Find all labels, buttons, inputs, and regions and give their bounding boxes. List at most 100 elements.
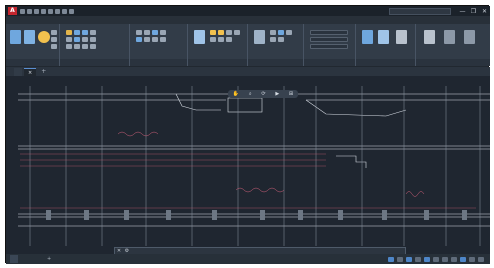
zoom-icon[interactable]: ⌕ bbox=[249, 91, 252, 97]
polyline-icon[interactable] bbox=[24, 30, 35, 44]
lineweight-dropdown[interactable] bbox=[310, 37, 348, 42]
ribbon-panel-label bbox=[188, 59, 247, 66]
view-icon[interactable] bbox=[444, 30, 455, 44]
measure-icon[interactable] bbox=[378, 30, 389, 44]
layer-previous-icon[interactable] bbox=[226, 37, 232, 42]
snap-icon[interactable] bbox=[397, 256, 403, 262]
layer-on-icon[interactable] bbox=[210, 30, 216, 35]
array-icon[interactable] bbox=[82, 44, 88, 49]
transparency-icon[interactable] bbox=[451, 256, 457, 262]
fillet-icon[interactable] bbox=[82, 37, 88, 42]
view-base-icon[interactable] bbox=[424, 30, 435, 44]
text-icon[interactable] bbox=[136, 30, 142, 35]
attribute-icon[interactable] bbox=[286, 30, 292, 35]
share-icon[interactable] bbox=[69, 8, 74, 14]
ref-clip-icon[interactable] bbox=[278, 37, 284, 42]
dimension-icon[interactable] bbox=[144, 30, 150, 35]
pile-cap bbox=[166, 210, 171, 220]
ribbon-tab-bar bbox=[6, 16, 490, 24]
color-dropdown[interactable] bbox=[310, 30, 348, 35]
start-tab[interactable] bbox=[14, 68, 22, 76]
create-block-icon[interactable] bbox=[270, 30, 276, 35]
pan-icon[interactable]: ✋ bbox=[233, 91, 239, 97]
new-file-icon[interactable] bbox=[20, 8, 25, 14]
erase-icon[interactable] bbox=[90, 30, 96, 35]
ribbon-panel-view bbox=[416, 24, 490, 66]
app-logo[interactable]: A bbox=[8, 7, 17, 15]
new-tab-button[interactable]: + bbox=[38, 68, 49, 76]
insert-block-icon[interactable] bbox=[254, 30, 265, 44]
layer-match-icon[interactable] bbox=[210, 37, 216, 42]
table-icon[interactable] bbox=[160, 30, 166, 35]
orbit-icon[interactable]: ⟳ bbox=[261, 91, 265, 97]
rectangle-icon[interactable] bbox=[51, 37, 57, 42]
close-button[interactable]: ✕ bbox=[479, 8, 490, 15]
add-layout-button[interactable]: + bbox=[43, 255, 55, 263]
layer-isolate-icon[interactable] bbox=[218, 37, 224, 42]
redo-icon[interactable] bbox=[62, 8, 67, 14]
edit-block-icon[interactable] bbox=[278, 30, 284, 35]
scale-icon[interactable] bbox=[74, 44, 80, 49]
save-as-icon[interactable] bbox=[41, 8, 46, 14]
polar-icon[interactable] bbox=[415, 256, 421, 262]
open-file-icon[interactable] bbox=[27, 8, 32, 14]
leader-icon[interactable] bbox=[152, 30, 158, 35]
osnap-icon[interactable] bbox=[424, 256, 430, 262]
layer-properties-icon[interactable] bbox=[194, 30, 205, 44]
line-icon[interactable] bbox=[10, 30, 21, 44]
group-icon[interactable] bbox=[362, 30, 373, 44]
drawing-tab[interactable]: × bbox=[24, 68, 37, 76]
layer-freeze-icon[interactable] bbox=[218, 30, 224, 35]
rotate-icon[interactable] bbox=[74, 30, 80, 35]
plot-icon[interactable] bbox=[48, 8, 53, 14]
ribbon-panel-label bbox=[60, 59, 129, 66]
minimize-button[interactable]: — bbox=[457, 8, 468, 15]
workspace-icon[interactable] bbox=[469, 256, 475, 262]
linetype-dropdown[interactable] bbox=[310, 44, 348, 49]
aligned-dim-icon[interactable] bbox=[144, 37, 150, 42]
mirror-icon[interactable] bbox=[74, 37, 80, 42]
move-icon[interactable] bbox=[66, 30, 72, 35]
layout-tab-1[interactable] bbox=[21, 255, 29, 263]
customize-icon[interactable] bbox=[478, 256, 484, 262]
offset-icon[interactable] bbox=[90, 44, 96, 49]
ribbon-panel-label bbox=[416, 59, 490, 66]
ortho-icon[interactable] bbox=[406, 256, 412, 262]
touch-mode-icon[interactable] bbox=[464, 30, 475, 44]
copy-icon[interactable] bbox=[66, 37, 72, 42]
pile-cap bbox=[84, 210, 89, 220]
ribbon bbox=[6, 24, 490, 66]
radius-dim-icon[interactable] bbox=[160, 37, 166, 42]
otrack-icon[interactable] bbox=[433, 256, 439, 262]
save-icon[interactable] bbox=[34, 8, 39, 14]
grid-icon[interactable] bbox=[388, 256, 394, 262]
layer-color-icon[interactable] bbox=[234, 30, 240, 35]
showmotion-icon[interactable]: ▶ bbox=[275, 91, 279, 97]
layout-tab-model[interactable] bbox=[10, 255, 18, 263]
undo-icon[interactable] bbox=[55, 8, 60, 14]
arc-icon[interactable] bbox=[51, 30, 57, 35]
layout-tab-2[interactable] bbox=[32, 255, 40, 263]
pile-cap bbox=[260, 210, 265, 220]
view-icon[interactable]: ⊞ bbox=[289, 91, 293, 97]
search-input[interactable] bbox=[389, 7, 451, 15]
ref-attach-icon[interactable] bbox=[270, 37, 276, 42]
ribbon-panel-label bbox=[6, 59, 59, 66]
paste-icon[interactable] bbox=[396, 30, 407, 44]
roof-profile-right bbox=[305, 99, 407, 117]
document-tab-bar: × + bbox=[6, 67, 490, 76]
hatch-icon[interactable] bbox=[51, 44, 57, 49]
linear-dim-icon[interactable] bbox=[136, 37, 142, 42]
restore-button[interactable]: ❐ bbox=[468, 8, 479, 15]
annotation-scale-icon[interactable] bbox=[460, 256, 466, 262]
circle-icon[interactable] bbox=[38, 31, 50, 43]
navigation-toolbar: ✋ ⌕ ⟳ ▶ ⊞ bbox=[228, 90, 298, 98]
drawing-canvas[interactable]: ✋ ⌕ ⟳ ▶ ⊞ ✕ ⚙ bbox=[6, 76, 490, 254]
trim-icon[interactable] bbox=[82, 30, 88, 35]
ribbon-panel-draw bbox=[6, 24, 60, 66]
stretch-icon[interactable] bbox=[66, 44, 72, 49]
explode-icon[interactable] bbox=[90, 37, 96, 42]
layer-lock-icon[interactable] bbox=[226, 30, 232, 35]
lineweight-icon[interactable] bbox=[442, 256, 448, 262]
angular-dim-icon[interactable] bbox=[152, 37, 158, 42]
